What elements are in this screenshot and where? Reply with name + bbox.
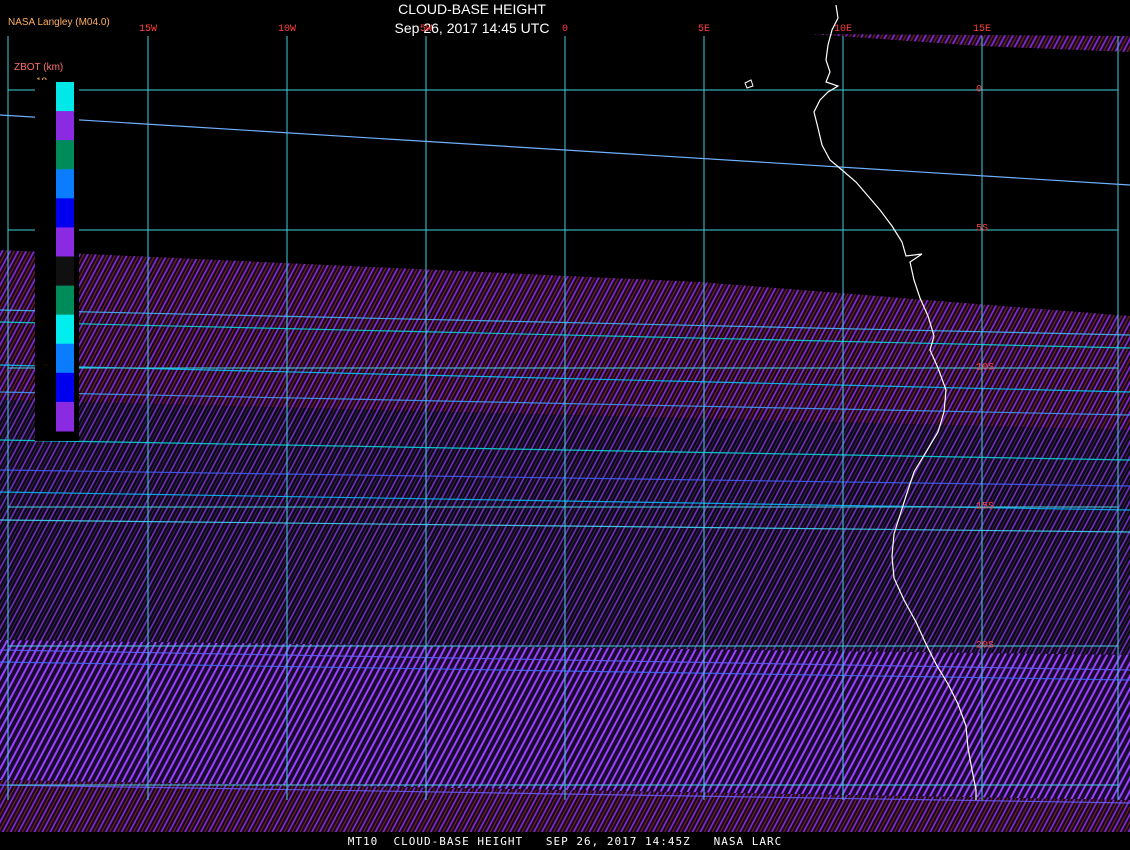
colorbar-segment bbox=[56, 198, 74, 228]
lon-label: 15E bbox=[972, 24, 992, 35]
colorbar-segment bbox=[56, 169, 74, 199]
lat-label: 5S bbox=[976, 223, 989, 235]
lon-label: 15W bbox=[138, 24, 158, 35]
colorbar-segment bbox=[56, 111, 74, 141]
colorbar-segment bbox=[56, 372, 74, 403]
map-title: CLOUD-BASE HEIGHT bbox=[398, 1, 546, 17]
lat-label: 10S bbox=[976, 362, 995, 374]
colorbar-segment bbox=[56, 314, 74, 345]
colorbar-segment bbox=[56, 82, 74, 112]
footer-caption: MT10 CLOUD-BASE HEIGHT SEP 26, 2017 14:4… bbox=[347, 835, 783, 848]
lat-label: 20S bbox=[976, 640, 995, 652]
colorbar bbox=[35, 80, 79, 441]
lon-label: 10E bbox=[833, 24, 853, 35]
colorbar-segment bbox=[56, 285, 74, 316]
colorbar-title: ZBOT (km) bbox=[14, 62, 64, 73]
colorbar-segment bbox=[56, 256, 74, 287]
colorbar-segment bbox=[56, 227, 74, 257]
lon-label: 0 bbox=[561, 24, 569, 35]
colorbar-segment bbox=[56, 140, 74, 170]
lon-label: 10W bbox=[277, 24, 297, 35]
lon-label: 5E bbox=[697, 24, 711, 35]
producer-label: NASA Langley (M04.0) bbox=[8, 17, 110, 28]
lat-label: 15S bbox=[976, 501, 995, 513]
colorbar-segment bbox=[56, 401, 74, 432]
lat-label: 0 bbox=[976, 84, 983, 96]
colorbar-segment bbox=[56, 343, 74, 374]
satellite-map bbox=[0, 0, 1130, 850]
lon-label: 5W bbox=[419, 24, 433, 35]
